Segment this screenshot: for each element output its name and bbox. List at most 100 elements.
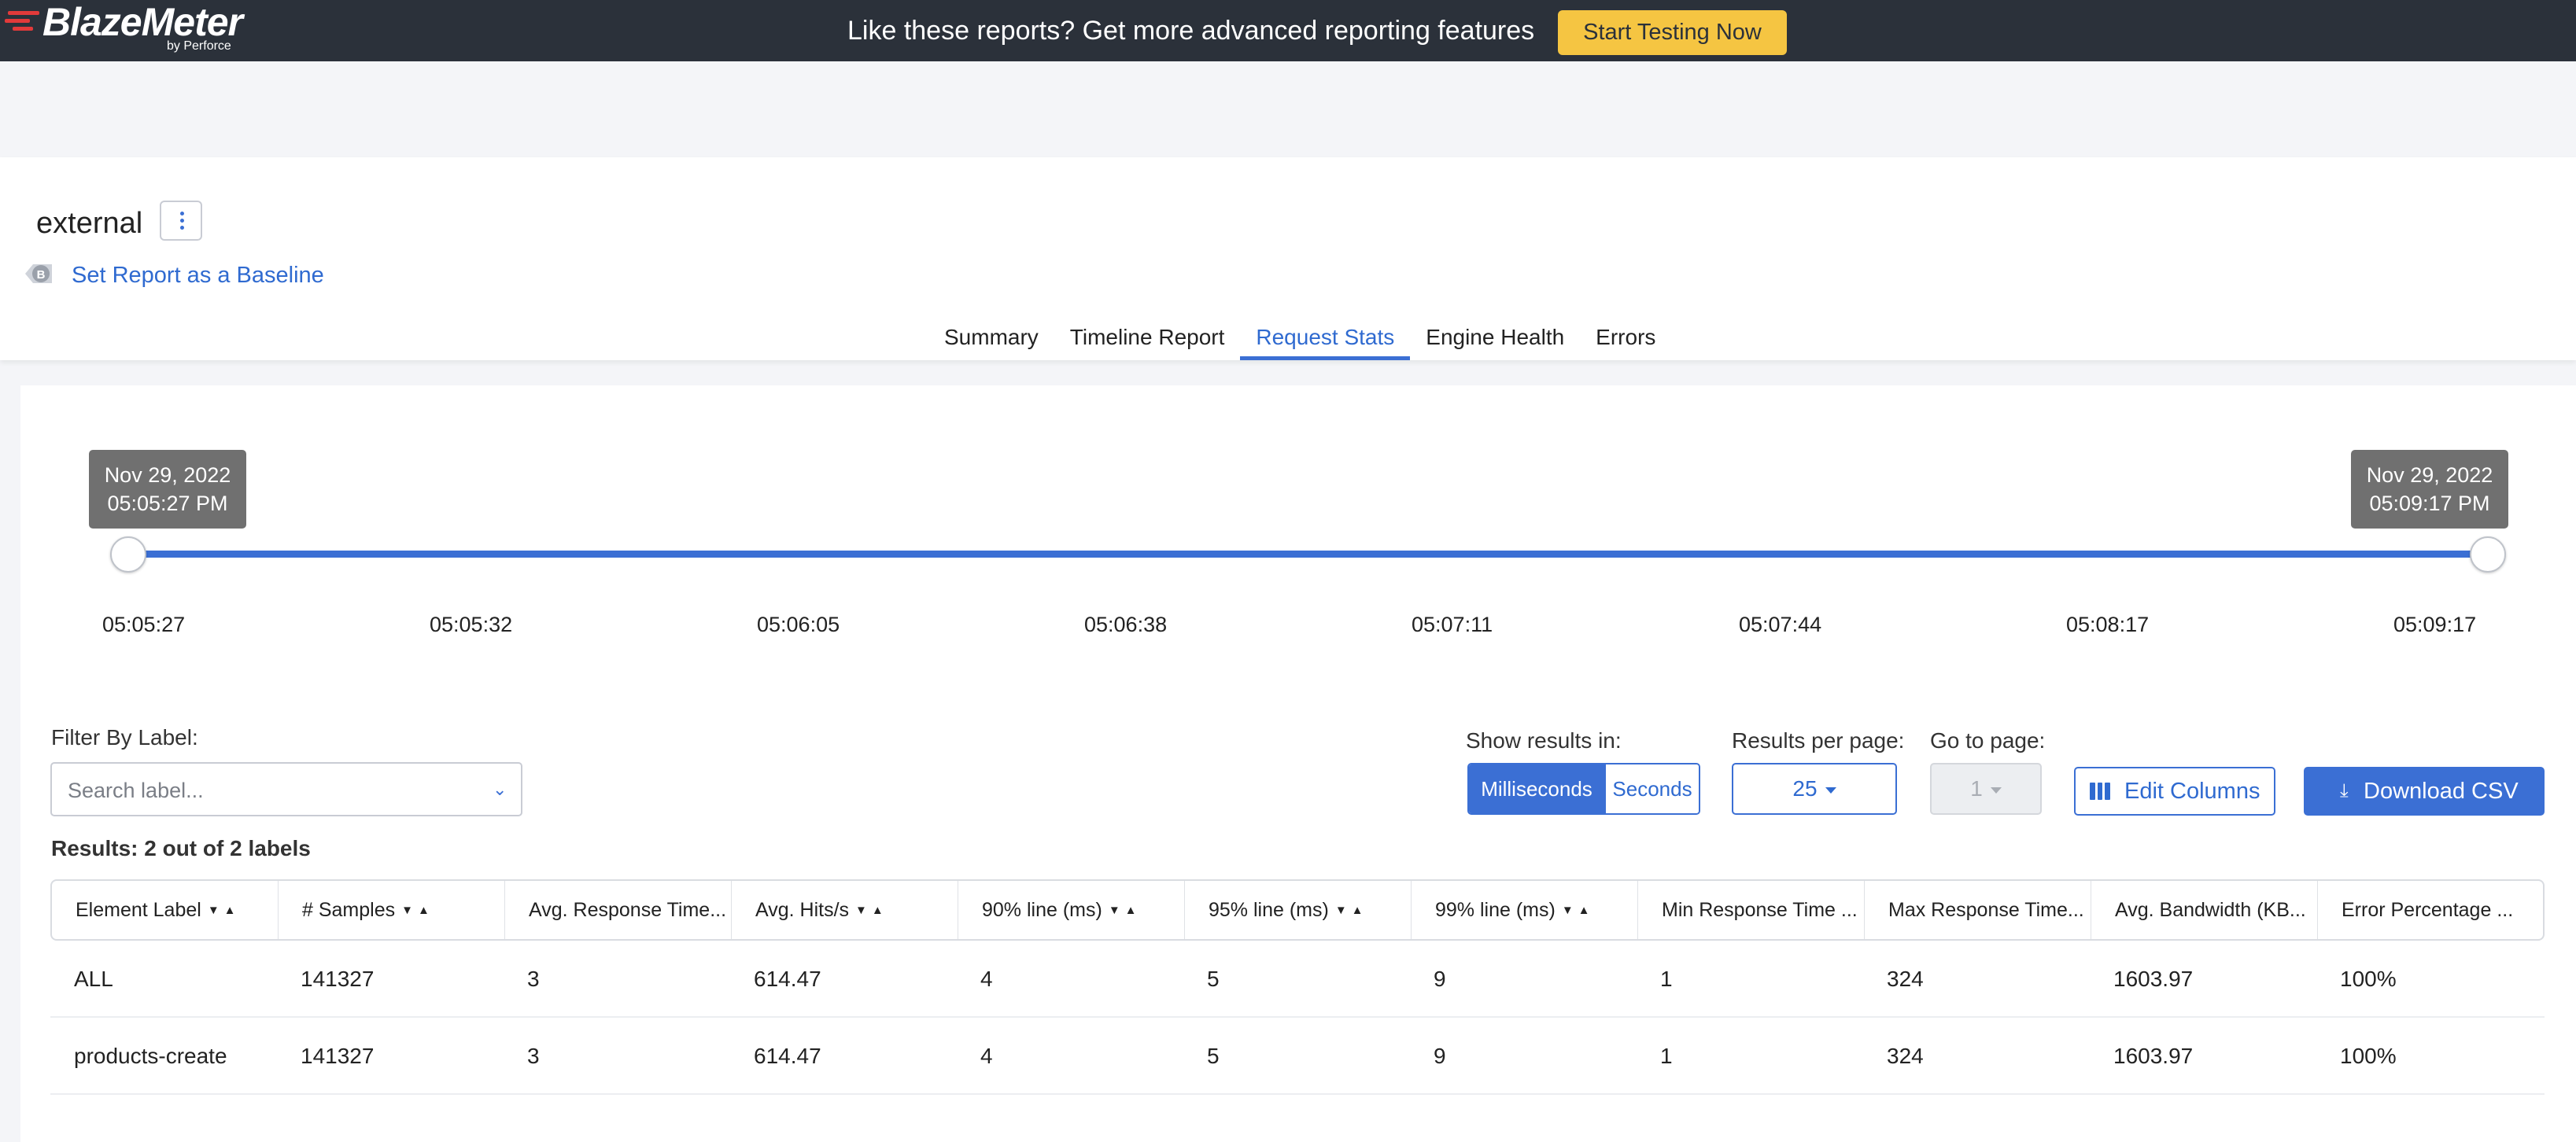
download-csv-button[interactable]: ⤓ Download CSV <box>2304 767 2545 816</box>
column-header[interactable]: Avg. Response Time... <box>505 881 732 939</box>
table-cell: 3 <box>527 967 540 991</box>
results-per-page-select[interactable]: 25 <box>1732 763 1897 815</box>
tab-timeline-report[interactable]: Timeline Report <box>1054 315 1241 360</box>
start-testing-button[interactable]: Start Testing Now <box>1558 10 1787 55</box>
label-filter-dropdown[interactable]: ⌄ <box>50 762 522 816</box>
columns-icon <box>2090 783 2111 800</box>
table-row[interactable]: ALL 141327 3 614.47 4 5 9 1 324 1603.97 … <box>50 941 2545 1018</box>
chevron-down-icon[interactable]: ⌄ <box>493 779 507 800</box>
time-range-track[interactable] <box>128 551 2481 558</box>
report-tabs: Summary Timeline Report Request Stats En… <box>928 315 1671 360</box>
sort-arrows-icon[interactable]: ▼▲ <box>855 882 888 939</box>
go-to-page-select[interactable]: 1 <box>1930 763 2042 815</box>
column-header[interactable]: 95% line (ms) ▼▲ <box>1185 881 1412 939</box>
blazemeter-logo[interactable]: BlazeMeter by Perforce <box>5 2 249 58</box>
unit-toggle: Milliseconds Seconds <box>1467 763 1700 815</box>
tab-errors[interactable]: Errors <box>1580 315 1671 360</box>
download-csv-label: Download CSV <box>2364 779 2519 804</box>
timeline-tick: 05:05:27 <box>102 613 186 636</box>
logo-subtext: by Perforce <box>167 39 231 53</box>
column-header[interactable]: Max Response Time... <box>1865 881 2091 939</box>
go-to-page-label: Go to page: <box>1930 728 2046 753</box>
timeline-tick: 05:07:44 <box>1739 613 1822 636</box>
tab-engine-health[interactable]: Engine Health <box>1410 315 1580 360</box>
table-cell: 614.47 <box>754 967 821 991</box>
range-start-time: 05:05:27 PM <box>107 492 228 515</box>
range-end-time: 05:09:17 PM <box>2369 492 2490 515</box>
table-cell: 5 <box>1207 967 1220 991</box>
report-header: external B Set Report as a Baseline Summ… <box>0 157 2576 360</box>
table-cell: 614.47 <box>754 1044 821 1068</box>
search-label-input[interactable] <box>68 776 445 805</box>
sort-arrows-icon[interactable]: ▼▲ <box>1562 882 1595 939</box>
table-cell: 141327 <box>301 967 375 991</box>
table-cell: 1 <box>1660 967 1673 991</box>
timeline-tick: 05:07:11 <box>1412 613 1493 636</box>
table-cell: 4 <box>980 1044 993 1068</box>
table-cell: ALL <box>74 967 113 991</box>
report-title: external <box>36 207 143 240</box>
svg-text:B: B <box>37 268 46 282</box>
table-cell: 9 <box>1434 967 1446 991</box>
column-header[interactable]: Avg. Hits/s ▼▲ <box>732 881 958 939</box>
table-cell: products-create <box>74 1044 227 1068</box>
caret-down-icon <box>1825 787 1836 794</box>
range-end-date: Nov 29, 2022 <box>2366 463 2493 487</box>
table-cell: 324 <box>1887 967 1924 991</box>
range-start-date: Nov 29, 2022 <box>104 463 231 487</box>
table-cell: 1603.97 <box>2113 1044 2194 1068</box>
column-header[interactable]: 99% line (ms) ▼▲ <box>1412 881 1638 939</box>
table-cell: 100% <box>2340 1044 2397 1068</box>
logo-text: BlazeMeter <box>42 0 243 44</box>
table-row[interactable]: products-create 141327 3 614.47 4 5 9 1 … <box>50 1018 2545 1095</box>
request-stats-panel: Nov 29, 2022 05:05:27 PM Nov 29, 2022 05… <box>20 385 2576 1142</box>
results-per-page-value: 25 <box>1792 776 1818 801</box>
set-baseline-link[interactable]: Set Report as a Baseline <box>72 261 324 289</box>
sort-arrows-icon[interactable]: ▼▲ <box>401 882 434 939</box>
table-cell: 3 <box>527 1044 540 1068</box>
report-options-button[interactable] <box>160 201 202 241</box>
column-header[interactable]: Min Response Time ... <box>1638 881 1865 939</box>
tab-request-stats[interactable]: Request Stats <box>1240 315 1411 360</box>
table-cell: 9 <box>1434 1044 1446 1068</box>
timeline-tick: 05:08:17 <box>2066 613 2150 636</box>
timeline-tick: 05:05:32 <box>430 613 513 636</box>
column-header[interactable]: 90% line (ms) ▼▲ <box>958 881 1185 939</box>
column-header[interactable]: # Samples ▼▲ <box>279 881 505 939</box>
caret-down-icon <box>1990 787 2002 794</box>
range-end-handle[interactable] <box>2470 536 2506 573</box>
edit-columns-label: Edit Columns <box>2124 779 2260 804</box>
filter-label: Filter By Label: <box>51 725 198 750</box>
seconds-button[interactable]: Seconds <box>1604 764 1699 813</box>
sort-arrows-icon[interactable]: ▼▲ <box>208 882 241 939</box>
timeline-tick: 05:09:17 <box>2393 613 2477 636</box>
logo-speed-lines-icon <box>5 11 42 31</box>
range-start-handle[interactable] <box>110 536 146 573</box>
range-start-tooltip: Nov 29, 2022 05:05:27 PM <box>89 450 246 529</box>
edit-columns-button[interactable]: Edit Columns <box>2074 767 2275 816</box>
table-cell: 4 <box>980 967 993 991</box>
tab-summary[interactable]: Summary <box>928 315 1054 360</box>
table-cell: 1603.97 <box>2113 967 2194 991</box>
timeline-tick: 05:06:38 <box>1084 613 1168 636</box>
banner-message: Like these reports? Get more advanced re… <box>847 16 1535 46</box>
sort-arrows-icon[interactable]: ▼▲ <box>1109 882 1142 939</box>
column-header[interactable]: Element Label ▼▲ <box>52 881 279 939</box>
column-header[interactable]: Avg. Bandwidth (KB... <box>2091 881 2318 939</box>
show-results-label: Show results in: <box>1466 728 1622 753</box>
range-end-tooltip: Nov 29, 2022 05:09:17 PM <box>2351 450 2508 529</box>
sort-arrows-icon[interactable]: ▼▲ <box>1335 882 1368 939</box>
column-header[interactable]: Error Percentage ... <box>2318 881 2543 939</box>
table-cell: 324 <box>1887 1044 1924 1068</box>
baseline-icon: B <box>25 264 52 283</box>
promo-banner: BlazeMeter by Perforce Like these report… <box>0 0 2576 61</box>
table-cell: 5 <box>1207 1044 1220 1068</box>
milliseconds-button[interactable]: Milliseconds <box>1469 764 1604 813</box>
table-cell: 100% <box>2340 967 2397 991</box>
download-icon: ⤓ <box>2340 780 2349 801</box>
timeline-tick: 05:06:05 <box>757 613 840 636</box>
results-count: Results: 2 out of 2 labels <box>51 836 311 860</box>
go-to-page-value: 1 <box>1970 776 1983 801</box>
table-header: Element Label ▼▲ # Samples ▼▲ Avg. Respons… <box>50 879 2545 941</box>
results-per-page-label: Results per page: <box>1732 728 1905 753</box>
